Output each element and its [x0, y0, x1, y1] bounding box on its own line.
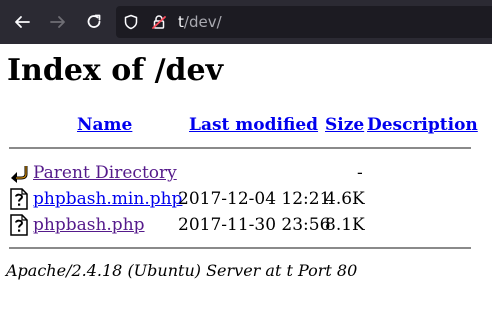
- back-arrow-icon: [15, 16, 30, 28]
- reload-icon: [87, 14, 101, 28]
- reload-button[interactable]: [82, 10, 106, 34]
- file-link[interactable]: phpbash.php: [33, 214, 145, 236]
- last-modified-cell: 2017-11-30 23:56: [178, 215, 331, 235]
- unknown-file-icon: [9, 214, 29, 236]
- sort-by-last-modified-link[interactable]: Last modified: [189, 114, 318, 136]
- server-signature: Apache/2.4.18 (Ubuntu) Server at t Port …: [6, 261, 358, 280]
- page-title: Index of /dev: [7, 53, 224, 88]
- address-bar[interactable]: t/dev/: [116, 6, 492, 38]
- sort-by-description-link[interactable]: Description: [367, 114, 478, 136]
- size-cell: -: [357, 163, 363, 183]
- unknown-file-icon: [9, 188, 29, 210]
- browser-toolbar: t/dev/: [0, 0, 492, 44]
- back-button[interactable]: [10, 10, 34, 34]
- url-path: /dev/: [183, 13, 222, 31]
- last-modified-cell: 2017-12-04 12:21: [178, 189, 331, 209]
- url-text[interactable]: t/dev/: [178, 12, 222, 32]
- shield-icon[interactable]: [122, 13, 140, 31]
- parent-directory-link[interactable]: Parent Directory: [33, 162, 177, 184]
- insecure-lock-icon[interactable]: [150, 13, 168, 31]
- sort-by-size-link[interactable]: Size: [325, 114, 364, 136]
- forward-button[interactable]: [46, 10, 70, 34]
- back-arrow-icon: [9, 162, 29, 184]
- file-link[interactable]: phpbash.min.php: [33, 188, 182, 210]
- header-divider: [9, 147, 471, 149]
- footer-divider: [9, 247, 471, 249]
- sort-by-name-link[interactable]: Name: [77, 114, 132, 136]
- size-cell: 8.1K: [325, 215, 365, 235]
- size-cell: 4.6K: [325, 189, 365, 209]
- forward-arrow-icon: [50, 16, 65, 28]
